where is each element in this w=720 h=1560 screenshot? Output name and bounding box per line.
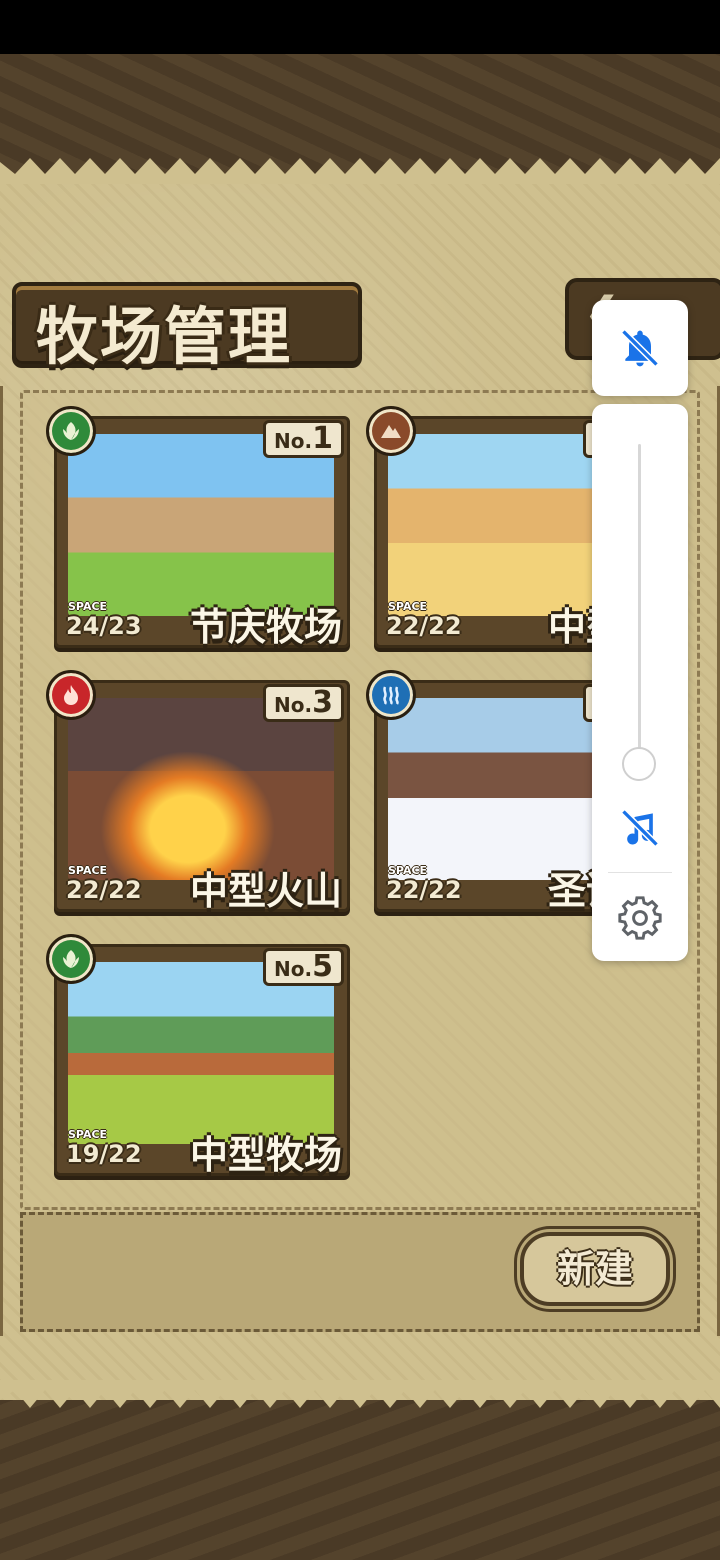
volume-slider-thumb[interactable] xyxy=(622,747,656,781)
space-value: 24/23 xyxy=(66,612,142,640)
space-value: 19/22 xyxy=(66,1140,142,1168)
mountain-icon xyxy=(366,406,416,456)
ranch-number-tag: No.5 xyxy=(263,948,344,986)
space-value: 22/22 xyxy=(386,612,462,640)
game-screen: 牧场管理 ❮ No.1 SPACE 24/23 节庆牧场 No.2 SPACE … xyxy=(0,0,720,1560)
ranch-number-tag: No.1 xyxy=(263,420,344,458)
background-map-bottom xyxy=(0,1400,720,1560)
bell-off-icon[interactable] xyxy=(618,324,662,372)
music-off-icon[interactable] xyxy=(618,804,662,852)
torn-edge-top xyxy=(0,158,720,184)
leaf-icon xyxy=(46,934,96,984)
new-ranch-label: 新建 xyxy=(556,1246,633,1291)
page-title: 牧场管理 xyxy=(36,300,293,373)
ranch-name: 中型牧场 xyxy=(189,1133,342,1177)
torn-edge-bottom xyxy=(0,1380,720,1408)
volume-panel-divider xyxy=(608,872,672,873)
waves-icon xyxy=(366,670,416,720)
ranch-name: 节庆牧场 xyxy=(189,605,342,649)
status-bar xyxy=(0,0,720,54)
volume-slider-track[interactable] xyxy=(638,444,641,764)
ranch-card-3[interactable]: No.3 SPACE 22/22 中型火山 xyxy=(46,670,350,913)
ranch-thumbnail xyxy=(68,434,334,616)
flame-icon xyxy=(46,670,96,720)
ranch-card-1[interactable]: No.1 SPACE 24/23 节庆牧场 xyxy=(46,406,350,649)
ranch-number-tag: No.3 xyxy=(263,684,344,722)
leaf-icon xyxy=(46,406,96,456)
ranch-name: 中型火山 xyxy=(189,869,342,913)
space-value: 22/22 xyxy=(66,876,142,904)
new-ranch-button[interactable]: 新建 xyxy=(520,1232,670,1306)
ranch-thumbnail xyxy=(68,698,334,880)
ranch-card-5[interactable]: No.5 SPACE 19/22 中型牧场 xyxy=(46,934,350,1177)
gear-icon[interactable] xyxy=(618,896,662,940)
ranch-thumbnail xyxy=(68,962,334,1144)
space-value: 22/22 xyxy=(386,876,462,904)
